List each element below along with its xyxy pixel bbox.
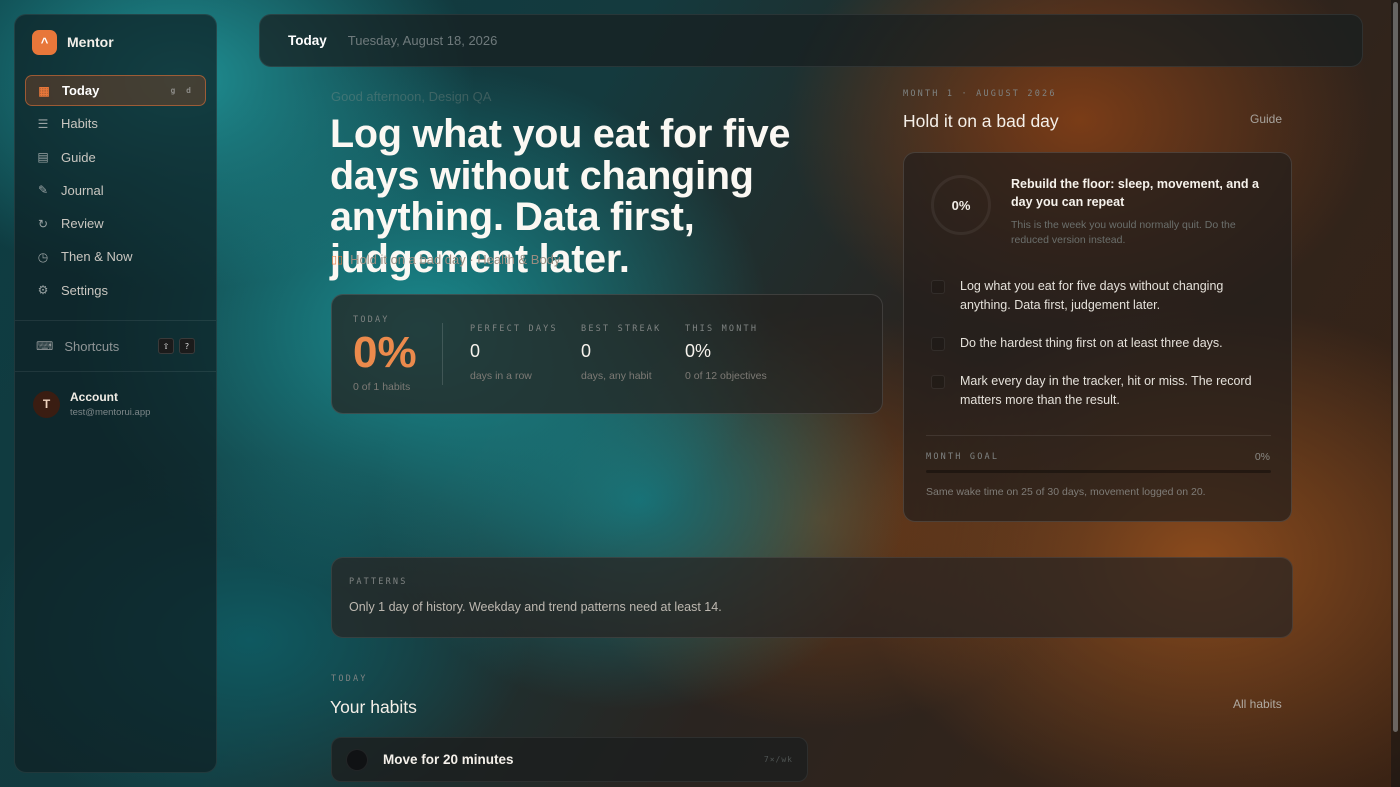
gear-icon: ⚙ — [37, 283, 49, 298]
shortcut-hint: g d — [170, 86, 194, 95]
greeting: Good afternoon, Design QA — [331, 89, 492, 104]
scrollbar-thumb[interactable] — [1393, 2, 1398, 732]
month-card: 0% Rebuild the floor: sleep, movement, a… — [903, 152, 1292, 522]
habit-check-button[interactable] — [346, 748, 368, 771]
stat-sub: 0 of 1 habits — [353, 381, 411, 393]
track-icon: ▯▯ — [331, 254, 344, 266]
shortcut-keys: ⇧ ? — [158, 338, 195, 355]
sidebar-item-habits[interactable]: ☰ Habits — [25, 108, 206, 139]
all-habits-link[interactable]: All habits — [1233, 697, 1282, 711]
sidebar-item-review[interactable]: ↻ Review — [25, 208, 206, 239]
sidebar-item-label: Then & Now — [61, 249, 133, 265]
objective-checkbox[interactable] — [931, 337, 945, 351]
objective-checkbox[interactable] — [931, 375, 945, 389]
sidebar-item-label: Review — [61, 216, 104, 232]
month-title: Hold it on a bad day — [903, 111, 1059, 131]
grid-icon: ▦ — [38, 83, 50, 98]
stat-today: TODAY 0% 0 of 1 habits — [353, 315, 417, 393]
stat-best-streak: BEST STREAK 0 days, any habit — [581, 324, 662, 382]
keyboard-icon: ⌨ — [36, 339, 54, 354]
stat-value: 0% — [685, 341, 712, 361]
hero-meta-text: Hold it on a bad day · Health & Body — [350, 252, 561, 267]
objective-text: Log what you eat for five days without c… — [960, 279, 1224, 312]
sidebar: ^ Mentor ▦ Today g d ☰ Habits ▤ Guide ✎ … — [14, 14, 217, 773]
mentor-logo-icon: ^ — [32, 29, 57, 55]
patterns-card: PATTERNS Only 1 day of history. Weekday … — [331, 557, 1293, 638]
habits-title: Your habits — [330, 697, 417, 717]
sidebar-item-label: Settings — [61, 282, 108, 298]
stat-sub: days, any habit — [581, 370, 652, 382]
stat-perfect-days: PERFECT DAYS 0 days in a row — [470, 324, 558, 382]
month-goal-progress — [926, 470, 1271, 473]
sidebar-item-settings[interactable]: ⚙ Settings — [25, 275, 206, 306]
sidebar-nav: ▦ Today g d ☰ Habits ▤ Guide ✎ Journal ↻… — [15, 69, 216, 314]
stat-label: TODAY — [353, 315, 390, 325]
month-eyebrow: MONTH 1 · AUGUST 2026 — [903, 89, 1057, 99]
month-focus-title: Rebuild the floor: sleep, movement, and … — [1011, 177, 1259, 209]
checklist-icon: ☰ — [37, 116, 49, 131]
stat-label: BEST STREAK — [581, 324, 662, 334]
account-button[interactable]: T Account test@mentorui.app — [15, 378, 216, 430]
stats-card: TODAY 0% 0 of 1 habits PERFECT DAYS 0 da… — [331, 294, 883, 414]
sidebar-divider — [15, 371, 216, 373]
stat-divider — [442, 323, 443, 385]
objective-text: Mark every day in the tracker, hit or mi… — [960, 374, 1252, 407]
account-email: test@mentorui.app — [70, 407, 151, 419]
progress-ring: 0% — [931, 175, 991, 235]
stat-label: THIS MONTH — [685, 324, 759, 334]
sidebar-item-label: Habits — [61, 116, 98, 132]
stat-value: 0 — [470, 341, 481, 361]
avatar: T — [33, 390, 60, 418]
objective-item[interactable]: Log what you eat for five days without c… — [931, 277, 1271, 314]
sidebar-item-today[interactable]: ▦ Today g d — [25, 75, 206, 106]
month-goal-label: MONTH GOAL — [926, 452, 1000, 462]
page-scrollbar[interactable] — [1391, 0, 1400, 787]
question-key-icon: ? — [179, 338, 195, 355]
habit-frequency: 7×/wk — [763, 755, 793, 764]
calendar-icon: ▤ — [37, 150, 49, 165]
stat-sub: 0 of 12 objectives — [685, 370, 767, 382]
sidebar-item-label: Today — [62, 83, 100, 98]
shortcuts-label: Shortcuts — [64, 338, 120, 354]
account-name: Account — [70, 390, 118, 405]
stat-this-month: THIS MONTH 0% 0 of 12 objectives — [685, 324, 767, 382]
habit-name: Move for 20 minutes — [383, 752, 514, 767]
sidebar-item-then-and-now[interactable]: ◷ Then & Now — [25, 241, 206, 272]
habit-row[interactable]: Move for 20 minutes 7×/wk — [331, 737, 808, 782]
today-percent: 0% — [353, 328, 417, 377]
sidebar-divider — [15, 320, 216, 322]
page-title: Today — [288, 33, 327, 48]
objective-checkbox[interactable] — [931, 280, 945, 294]
sidebar-item-journal[interactable]: ✎ Journal — [25, 175, 206, 206]
stat-label: PERFECT DAYS — [470, 324, 558, 334]
month-divider — [926, 435, 1271, 436]
month-goal-description: Same wake time on 25 of 30 days, movemen… — [926, 486, 1206, 498]
current-date: Tuesday, August 18, 2026 — [347, 33, 498, 48]
top-bar: Today Tuesday, August 18, 2026 — [259, 14, 1363, 67]
objective-item[interactable]: Do the hardest thing first on at least t… — [931, 334, 1271, 353]
month-focus-sub: This is the week you would normally quit… — [1011, 219, 1236, 246]
brand-name: Mentor — [67, 34, 114, 50]
stat-value: 0 — [581, 341, 592, 361]
sidebar-item-guide[interactable]: ▤ Guide — [25, 142, 206, 173]
stat-sub: days in a row — [470, 370, 532, 382]
patterns-text: Only 1 day of history. Weekday and trend… — [349, 600, 722, 614]
objective-text: Do the hardest thing first on at least t… — [960, 336, 1223, 350]
sidebar-item-label: Journal — [61, 182, 104, 198]
hero-meta: ▯▯ Hold it on a bad day · Health & Body — [331, 252, 560, 267]
brand[interactable]: ^ Mentor — [15, 15, 216, 69]
shortcuts-button[interactable]: ⌨ Shortcuts ⇧ ? — [15, 327, 216, 365]
habits-eyebrow: TODAY — [331, 674, 368, 684]
notebook-icon: ✎ — [37, 183, 49, 198]
refresh-icon: ↻ — [37, 216, 49, 231]
guide-link[interactable]: Guide — [1250, 112, 1282, 126]
objective-item[interactable]: Mark every day in the tracker, hit or mi… — [931, 372, 1271, 409]
history-icon: ◷ — [37, 249, 49, 264]
month-goal-percent: 0% — [1254, 451, 1270, 463]
sidebar-item-label: Guide — [61, 149, 96, 165]
patterns-label: PATTERNS — [349, 577, 408, 587]
shift-key-icon: ⇧ — [158, 338, 174, 355]
